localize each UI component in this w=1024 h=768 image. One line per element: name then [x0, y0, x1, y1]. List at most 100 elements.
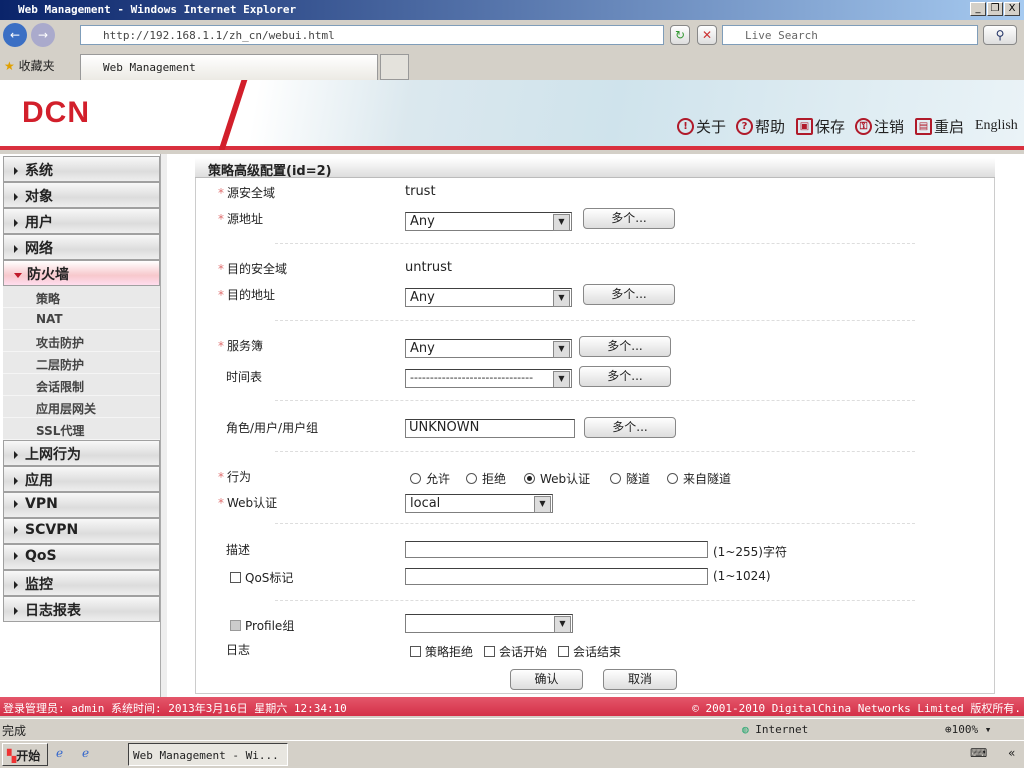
save-link[interactable]: ▣ 保存 — [796, 116, 845, 137]
divider — [275, 451, 915, 452]
help-link[interactable]: ? 帮助 — [736, 116, 785, 137]
tray-expand-icon[interactable]: « — [1008, 746, 1015, 760]
dst-addr-select[interactable]: Any — [405, 288, 572, 307]
schedule-label: 时间表 — [226, 370, 263, 384]
login-info: 登录管理员: admin 系统时间: 2013年3月16日 星期六 12:34:… — [3, 702, 347, 715]
webauth-label: * Web认证 — [218, 496, 278, 510]
src-addr-label: * 源地址 — [218, 212, 264, 226]
reboot-link[interactable]: ▤ 重启 — [915, 116, 964, 137]
sidebar-item-vpn[interactable]: VPN — [3, 492, 160, 518]
refresh-icon[interactable]: ↻ — [670, 25, 690, 45]
qos-hint: (1~1024) — [713, 569, 771, 583]
key-icon: ⚿ — [855, 118, 872, 135]
address-bar[interactable]: http://192.168.1.1/zh_cn/webui.html — [80, 25, 664, 45]
action-allow-radio[interactable]: 允许 — [410, 470, 450, 487]
favorites-button[interactable]: ★ 收藏夹 — [4, 57, 55, 74]
sidebar-item-behavior[interactable]: 上网行为 — [3, 440, 160, 466]
sidebar-sub-nat[interactable]: NAT — [3, 308, 160, 330]
desc-input[interactable] — [405, 541, 708, 558]
action-webauth-radio[interactable]: Web认证 — [524, 470, 590, 487]
logout-label: 注销 — [874, 118, 905, 136]
cancel-button[interactable]: 取消 — [603, 669, 677, 690]
search-icon[interactable]: ⚲ — [983, 25, 1017, 45]
restore-button[interactable]: ❐ — [987, 2, 1003, 16]
src-addr-select[interactable]: Any — [405, 212, 572, 231]
quicklaunch-browser-icon[interactable]: ℯ — [82, 746, 89, 760]
sidebar-splitter[interactable] — [160, 154, 167, 697]
src-addr-multi-button[interactable]: 多个... — [583, 208, 675, 229]
sidebar-item-qos[interactable]: QoS — [3, 544, 160, 570]
role-multi-button[interactable]: 多个... — [584, 417, 676, 438]
qos-checkbox[interactable]: QoS标记 — [230, 569, 293, 586]
forward-icon[interactable]: → — [31, 23, 55, 47]
dst-zone-label: * 目的安全域 — [218, 262, 288, 276]
quicklaunch-ie-icon[interactable]: ℯ — [56, 746, 63, 760]
log-deny-checkbox[interactable]: 策略拒绝 — [410, 643, 473, 660]
service-select[interactable]: Any — [405, 339, 572, 358]
profile-select[interactable] — [405, 614, 573, 633]
keyboard-icon[interactable]: ⌨ — [970, 746, 987, 760]
webauth-select[interactable]: local — [405, 494, 553, 513]
browser-tab[interactable]: Web Management — [80, 54, 378, 80]
action-label: * 行为 — [218, 470, 252, 484]
globe-icon: ◍ — [742, 723, 749, 736]
divider — [275, 243, 915, 244]
sidebar-item-monitor[interactable]: 监控 — [3, 570, 160, 596]
header-banner — [0, 80, 1024, 150]
sidebar-item-scvpn[interactable]: SCVPN — [3, 518, 160, 544]
save-icon: ▣ — [796, 118, 813, 135]
search-input[interactable]: Live Search — [722, 25, 978, 45]
status-text: 完成 — [2, 724, 27, 738]
sidebar-sub-ssl[interactable]: SSL代理 — [3, 418, 160, 440]
profile-checkbox[interactable]: Profile组 — [230, 617, 294, 634]
dst-addr-multi-button[interactable]: 多个... — [583, 284, 675, 305]
sidebar-sub-session[interactable]: 会话限制 — [3, 374, 160, 396]
log-label: 日志 — [226, 643, 251, 657]
sidebar-sub-alg[interactable]: 应用层网关 — [3, 396, 160, 418]
dst-zone-value: untrust — [405, 260, 453, 275]
log-session-end-checkbox[interactable]: 会话结束 — [558, 643, 621, 660]
sidebar-sub-policy[interactable]: 策略 — [3, 286, 160, 308]
start-button[interactable]: ▚开始 — [2, 743, 48, 766]
dst-addr-label: * 目的地址 — [218, 288, 276, 302]
role-input[interactable]: UNKNOWN — [405, 419, 575, 438]
help-icon: ? — [736, 118, 753, 135]
sidebar-sub-attack[interactable]: 攻击防护 — [3, 330, 160, 352]
window-title: Web Management - Windows Internet Explor… — [0, 0, 1024, 20]
sidebar-sub-l2[interactable]: 二层防护 — [3, 352, 160, 374]
footer-bar: 登录管理员: admin 系统时间: 2013年3月16日 星期六 12:34:… — [0, 697, 1024, 716]
about-label: 关于 — [696, 118, 727, 136]
new-tab-button[interactable] — [380, 54, 409, 80]
minimize-button[interactable]: _ — [970, 2, 986, 16]
zone-indicator: ◍ Internet — [742, 723, 809, 736]
panel-title: 策略高级配置(id=2) — [195, 158, 995, 179]
action-from-tunnel-radio[interactable]: 来自隧道 — [667, 470, 731, 487]
sidebar-item-system[interactable]: 系统 — [3, 156, 160, 182]
qos-input[interactable] — [405, 568, 708, 585]
action-deny-radio[interactable]: 拒绝 — [466, 470, 506, 487]
english-link[interactable]: English — [975, 118, 1018, 134]
action-tunnel-radio[interactable]: 隧道 — [610, 470, 650, 487]
about-link[interactable]: ! 关于 — [677, 116, 726, 137]
logout-link[interactable]: ⚿ 注销 — [855, 116, 904, 137]
taskbar-window-button[interactable]: Web Management - Wi... — [128, 743, 288, 766]
schedule-multi-button[interactable]: 多个... — [579, 366, 671, 387]
log-session-start-checkbox[interactable]: 会话开始 — [484, 643, 547, 660]
sidebar-item-object[interactable]: 对象 — [3, 182, 160, 208]
schedule-select[interactable]: ------------------------------- — [405, 369, 572, 388]
zoom-control[interactable]: ⊕100% ▾ — [945, 723, 991, 736]
desc-label: 描述 — [226, 543, 251, 557]
back-icon[interactable]: ← — [3, 23, 27, 47]
divider — [275, 400, 915, 401]
service-label: * 服务簿 — [218, 339, 264, 353]
sidebar-item-logs[interactable]: 日志报表 — [3, 596, 160, 622]
stop-icon[interactable]: ✕ — [697, 25, 717, 45]
service-multi-button[interactable]: 多个... — [579, 336, 671, 357]
sidebar-item-firewall[interactable]: 防火墙 — [3, 260, 160, 286]
close-button[interactable]: X — [1004, 2, 1020, 16]
ok-button[interactable]: 确认 — [510, 669, 583, 690]
sidebar-item-app[interactable]: 应用 — [3, 466, 160, 492]
sidebar-item-network[interactable]: 网络 — [3, 234, 160, 260]
sidebar-item-user[interactable]: 用户 — [3, 208, 160, 234]
reboot-icon: ▤ — [915, 118, 932, 135]
